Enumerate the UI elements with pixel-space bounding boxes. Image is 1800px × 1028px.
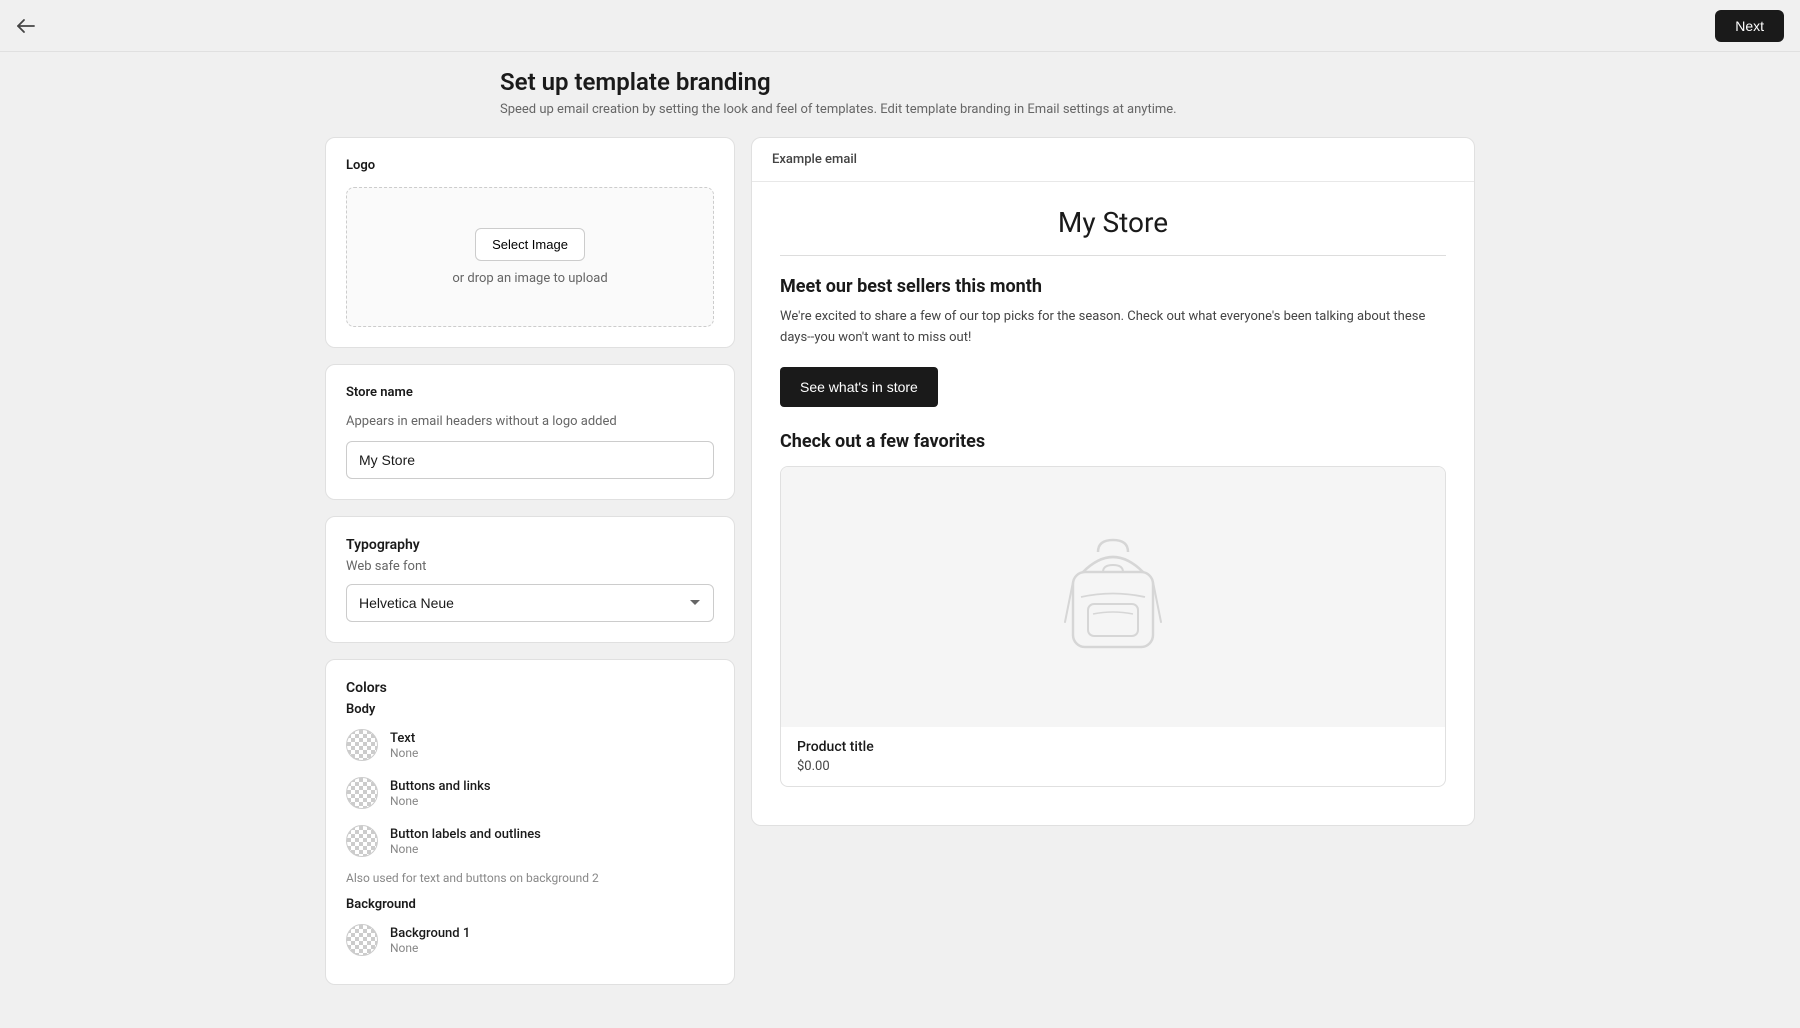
- bg1-color-info: Background 1 None: [390, 926, 470, 955]
- logo-card: Logo Select Image or drop an image to up…: [325, 137, 735, 348]
- typography-card: Typography Web safe font Helvetica Neue …: [325, 516, 735, 643]
- store-name-input[interactable]: [346, 441, 714, 479]
- body-label: Body: [346, 702, 714, 717]
- email-cta-button[interactable]: See what's in store: [780, 367, 938, 407]
- also-used-note: Also used for text and buttons on backgr…: [346, 871, 714, 885]
- right-column: Example email My Store Meet our best sel…: [751, 137, 1475, 826]
- drop-text: or drop an image to upload: [452, 271, 607, 286]
- typography-label: Typography: [346, 537, 714, 553]
- colors-card: Colors Body Text None Buttons and links …: [325, 659, 735, 985]
- email-store-name: My Store: [780, 206, 1446, 256]
- product-price: $0.00: [797, 759, 1429, 774]
- background-label: Background: [346, 897, 714, 912]
- back-icon: [16, 16, 36, 36]
- store-name-label: Store name: [346, 385, 714, 400]
- next-button[interactable]: Next: [1715, 10, 1784, 42]
- button-labels-color-info: Button labels and outlines None: [390, 827, 541, 856]
- bg1-color-row[interactable]: Background 1 None: [346, 916, 714, 964]
- two-column-layout: Logo Select Image or drop an image to up…: [325, 137, 1475, 985]
- font-select[interactable]: Helvetica Neue Arial Georgia Times New R…: [346, 584, 714, 622]
- button-labels-color-swatch[interactable]: [346, 825, 378, 857]
- back-button[interactable]: [16, 16, 36, 36]
- email-section2-title: Check out a few favorites: [780, 431, 1446, 452]
- logo-label: Logo: [346, 158, 714, 173]
- button-labels-color-row[interactable]: Button labels and outlines None: [346, 817, 714, 865]
- store-name-card: Store name Appears in email headers with…: [325, 364, 735, 500]
- store-name-desc: Appears in email headers without a logo …: [346, 414, 714, 429]
- page-subtitle: Speed up email creation by setting the l…: [500, 102, 1300, 117]
- select-image-button[interactable]: Select Image: [475, 228, 585, 261]
- bg1-color-swatch[interactable]: [346, 924, 378, 956]
- buttons-links-color-value: None: [390, 794, 491, 808]
- upload-area[interactable]: Select Image or drop an image to upload: [346, 187, 714, 327]
- buttons-links-color-swatch[interactable]: [346, 777, 378, 809]
- product-card: Product title $0.00: [780, 466, 1446, 787]
- font-select-wrapper: Helvetica Neue Arial Georgia Times New R…: [346, 584, 714, 622]
- buttons-links-color-name: Buttons and links: [390, 779, 491, 794]
- text-color-name: Text: [390, 731, 418, 746]
- product-info: Product title $0.00: [781, 727, 1445, 786]
- email-section1-title: Meet our best sellers this month: [780, 276, 1446, 297]
- buttons-links-color-info: Buttons and links None: [390, 779, 491, 808]
- page-header: Set up template branding Speed up email …: [500, 68, 1300, 117]
- backpack-illustration: [1053, 532, 1173, 662]
- main-content: Set up template branding Speed up email …: [0, 0, 1800, 985]
- left-column: Logo Select Image or drop an image to up…: [325, 137, 735, 985]
- email-section1-body: We're excited to share a few of our top …: [780, 307, 1446, 349]
- text-color-swatch[interactable]: [346, 729, 378, 761]
- button-labels-color-value: None: [390, 842, 541, 856]
- product-title: Product title: [797, 739, 1429, 755]
- example-email-header: Example email: [752, 138, 1474, 182]
- email-preview: My Store Meet our best sellers this mont…: [752, 182, 1474, 825]
- text-color-value: None: [390, 746, 418, 760]
- text-color-row[interactable]: Text None: [346, 721, 714, 769]
- top-bar: Next: [0, 0, 1800, 52]
- button-labels-color-name: Button labels and outlines: [390, 827, 541, 842]
- bg1-color-name: Background 1: [390, 926, 470, 941]
- web-safe-font-label: Web safe font: [346, 559, 714, 574]
- text-color-info: Text None: [390, 731, 418, 760]
- product-image-area: [781, 467, 1445, 727]
- bg1-color-value: None: [390, 941, 470, 955]
- page-title: Set up template branding: [500, 68, 1300, 96]
- buttons-links-color-row[interactable]: Buttons and links None: [346, 769, 714, 817]
- colors-label: Colors: [346, 680, 714, 696]
